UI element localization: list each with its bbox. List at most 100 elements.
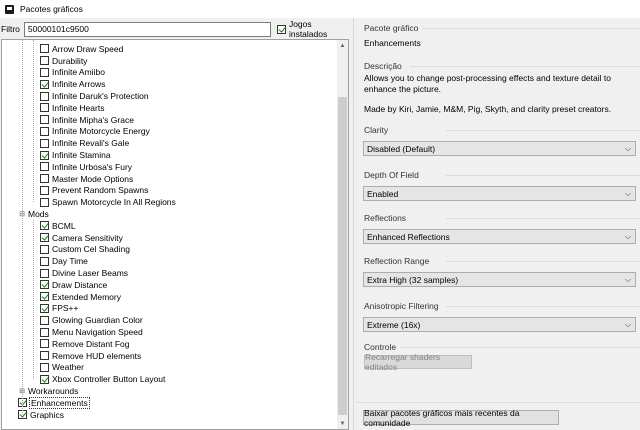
- chevron-down-icon[interactable]: ⌵: [625, 144, 631, 154]
- tree-item[interactable]: FPS++: [40, 303, 78, 315]
- tree-scrollbar[interactable]: ▲ ▼: [337, 40, 348, 429]
- scroll-thumb[interactable]: [338, 97, 347, 415]
- tree-item-checkbox[interactable]: [40, 292, 49, 302]
- tree-item-label: Infinite Arrows: [52, 79, 106, 90]
- tree-item[interactable]: Remove Distant Fog: [40, 338, 129, 350]
- tree-item-checkbox[interactable]: [40, 221, 49, 231]
- tree-item[interactable]: Extended Memory: [40, 291, 121, 303]
- tree-item[interactable]: Infinite Stamina: [40, 149, 111, 161]
- filter-row: Filtro Jogos instalados: [0, 19, 352, 39]
- tree-item[interactable]: Infinite Mipha's Grace: [40, 114, 134, 126]
- tree-item-checkbox[interactable]: [40, 91, 49, 101]
- title-bar: Pacotes gráficos: [0, 0, 640, 18]
- installed-games-label: Jogos instalados: [288, 19, 328, 39]
- tree-item-checkbox[interactable]: [40, 351, 49, 361]
- tree-item-checkbox[interactable]: [40, 197, 49, 207]
- panel-divider[interactable]: [353, 18, 354, 430]
- divider: [446, 306, 640, 307]
- tree-item[interactable]: Weather: [40, 362, 84, 374]
- tree-item-checkbox[interactable]: [40, 280, 49, 290]
- option-select[interactable]: Enhanced Reflections ⌵: [363, 229, 636, 244]
- tree-item-checkbox[interactable]: [40, 185, 49, 195]
- tree-item[interactable]: Graphics: [18, 409, 64, 421]
- tree-item-label: Remove Distant Fog: [52, 338, 130, 349]
- tree-item-checkbox[interactable]: [40, 44, 49, 54]
- tree-item[interactable]: BCML: [40, 220, 76, 232]
- tree-item[interactable]: Arrow Draw Speed: [40, 43, 123, 55]
- description-heading: Descrição: [364, 61, 402, 71]
- tree-folder[interactable]: ⊞ Workarounds: [18, 385, 78, 397]
- tree-item[interactable]: Draw Distance: [40, 279, 107, 291]
- tree-item[interactable]: Spawn Motorcycle In All Regions: [40, 196, 176, 208]
- tree-item-label: Xbox Controller Button Layout: [52, 374, 166, 385]
- tree-line: [33, 40, 34, 203]
- tree-item-label: Infinite Daruk's Protection: [52, 91, 149, 102]
- reload-shaders-button[interactable]: Recarregar shaders editados: [364, 352, 472, 372]
- tree-item-label: Arrow Draw Speed: [52, 43, 124, 54]
- tree-item-checkbox[interactable]: [40, 138, 49, 148]
- tree-item-checkbox[interactable]: [40, 162, 49, 172]
- tree-item-checkbox[interactable]: [40, 256, 49, 266]
- tree-item-checkbox[interactable]: [40, 103, 49, 113]
- tree-item[interactable]: Xbox Controller Button Layout: [40, 373, 165, 385]
- tree-item-label: Draw Distance: [52, 279, 108, 290]
- divider: [410, 66, 640, 67]
- tree-item-label: Prevent Random Spawns: [52, 185, 149, 196]
- tree-item-checkbox[interactable]: [40, 268, 49, 278]
- tree-item-label: Infinite Urbosa's Fury: [52, 161, 133, 172]
- tree-item[interactable]: Prevent Random Spawns: [40, 185, 148, 197]
- chevron-down-icon[interactable]: ⌵: [625, 189, 631, 199]
- tree-item-checkbox[interactable]: [40, 67, 49, 77]
- scroll-down-arrow-icon[interactable]: ▼: [337, 418, 348, 429]
- tree-item[interactable]: Durability: [40, 55, 87, 67]
- download-packs-button[interactable]: Baixar pacotes gráficos mais recentes da…: [363, 408, 559, 428]
- tree-item-checkbox[interactable]: [40, 115, 49, 125]
- graphic-packs-tree[interactable]: ▲ ▼ Arrow Draw Speed Durability Infinite A…: [1, 39, 349, 430]
- option-select[interactable]: Disabled (Default) ⌵: [363, 141, 636, 156]
- tree-item-checkbox[interactable]: [40, 327, 49, 337]
- tree-item-checkbox[interactable]: [40, 174, 49, 184]
- chevron-down-icon[interactable]: ⌵: [625, 275, 631, 285]
- option-select[interactable]: Extreme (16x) ⌵: [363, 317, 636, 332]
- description-text: Allows you to change post-processing eff…: [364, 73, 611, 94]
- tree-item-checkbox[interactable]: [40, 79, 49, 89]
- chevron-down-icon[interactable]: ⌵: [625, 232, 631, 242]
- tree-item[interactable]: Divine Laser Beams: [40, 267, 128, 279]
- chevron-down-icon[interactable]: ⌵: [625, 320, 631, 330]
- tree-item-checkbox[interactable]: [40, 56, 49, 66]
- tree-item[interactable]: Infinite Arrows: [40, 78, 105, 90]
- tree-item[interactable]: Master Mode Options: [40, 173, 133, 185]
- installed-games-checkbox[interactable]: Jogos instalados: [276, 19, 352, 39]
- filter-label: Filtro: [1, 24, 20, 34]
- tree-item[interactable]: Remove HUD elements: [40, 350, 141, 362]
- tree-item-checkbox[interactable]: [40, 126, 49, 136]
- tree-item[interactable]: Infinite Daruk's Protection: [40, 90, 149, 102]
- option-select[interactable]: Extra High (32 samples) ⌵: [363, 272, 636, 287]
- tree-item-checkbox[interactable]: [40, 150, 49, 160]
- tree-item-checkbox[interactable]: [40, 362, 49, 372]
- tree-item-checkbox[interactable]: [40, 339, 49, 349]
- tree-item[interactable]: Infinite Motorcycle Energy: [40, 126, 150, 138]
- tree-item-label: Weather: [52, 362, 84, 373]
- tree-item-checkbox[interactable]: [40, 374, 49, 384]
- tree-item-checkbox[interactable]: [40, 315, 49, 325]
- divider: [356, 402, 640, 403]
- tree-item[interactable]: Infinite Amiibo: [40, 67, 105, 79]
- tree-item-checkbox[interactable]: [40, 244, 49, 254]
- tree-item[interactable]: Glowing Guardian Color: [40, 314, 143, 326]
- installed-games-check-icon[interactable]: [276, 24, 286, 34]
- option-select[interactable]: Enabled ⌵: [363, 186, 636, 201]
- tree-item[interactable]: Infinite Hearts: [40, 102, 104, 114]
- tree-item-checkbox[interactable]: [40, 303, 49, 313]
- tree-item-checkbox[interactable]: [40, 233, 49, 243]
- tree-item[interactable]: Custom Cel Shading: [40, 244, 130, 256]
- tree-line: [33, 220, 34, 380]
- scroll-up-arrow-icon[interactable]: ▲: [337, 40, 348, 51]
- tree-item[interactable]: Camera Sensitivity: [40, 232, 123, 244]
- tree-item[interactable]: Enhancements: [18, 396, 90, 409]
- filter-input[interactable]: [23, 21, 271, 37]
- tree-item[interactable]: Menu Navigation Speed: [40, 326, 143, 338]
- tree-item[interactable]: Infinite Urbosa's Fury: [40, 161, 132, 173]
- tree-item[interactable]: Infinite Revali's Gale: [40, 137, 129, 149]
- tree-item[interactable]: Day Time: [40, 255, 88, 267]
